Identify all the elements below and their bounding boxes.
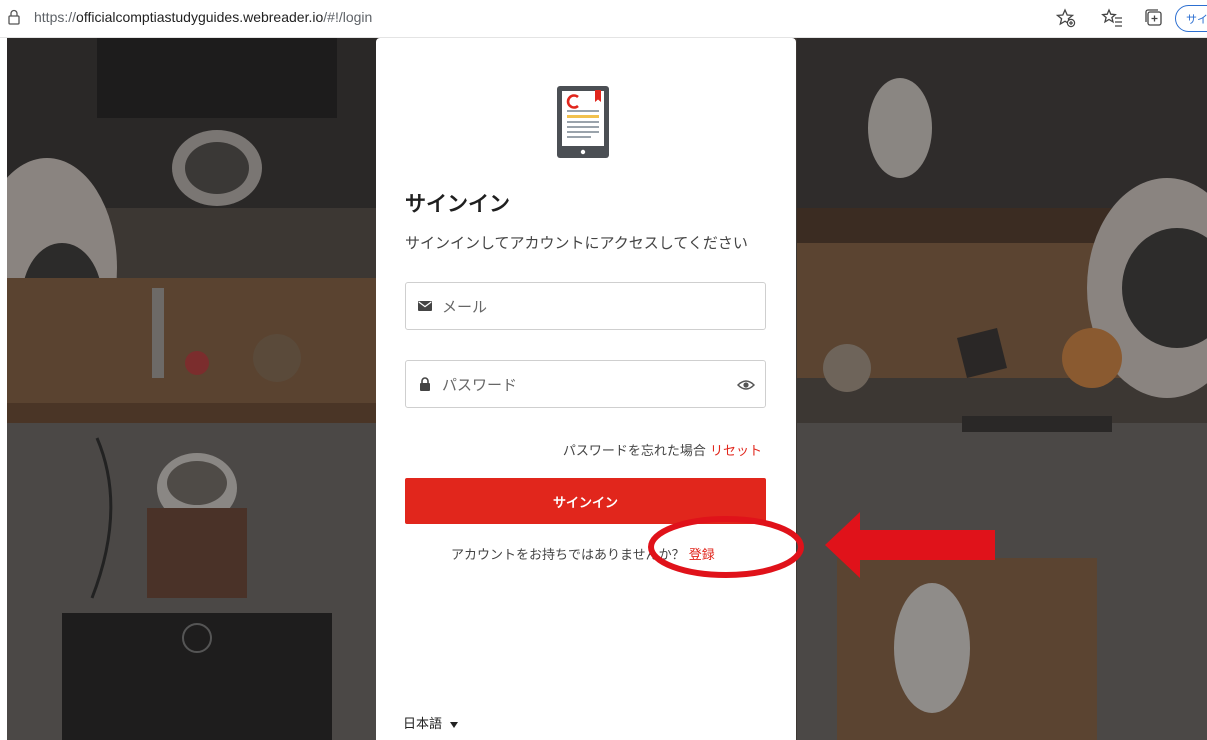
login-card: サインイン サインインしてアカウントにアクセスしてください パスワードを忘れた場… <box>376 38 796 740</box>
caret-down-icon <box>450 721 459 728</box>
envelope-icon <box>418 301 432 311</box>
email-input[interactable] <box>442 293 742 321</box>
ebook-tablet-icon <box>557 86 609 158</box>
no-account-text: アカウントをお持ちではありませんか？ <box>451 548 685 563</box>
password-input[interactable] <box>442 371 742 399</box>
page-subtitle: サインインしてアカウントにアクセスしてください <box>405 234 748 252</box>
favorites-icon[interactable] <box>1101 7 1123 29</box>
collections-icon[interactable] <box>1143 7 1165 29</box>
eye-icon[interactable] <box>737 377 755 393</box>
add-favorite-star-icon[interactable] <box>1055 7 1077 29</box>
address-url[interactable]: https://officialcomptiastudyguides.webre… <box>34 9 372 25</box>
padlock-icon <box>420 377 430 391</box>
lock-icon[interactable] <box>6 9 22 25</box>
forgot-password-text: パスワードを忘れた場合 <box>562 444 706 459</box>
email-field[interactable] <box>405 282 766 330</box>
reset-password-link[interactable]: リセット <box>710 444 762 459</box>
register-link[interactable]: 登録 <box>689 548 715 563</box>
browser-address-bar: https://officialcomptiastudyguides.webre… <box>0 0 1207 38</box>
forgot-password: パスワードを忘れた場合 リセット <box>563 440 762 459</box>
register-prompt: アカウントをお持ちではありませんか？ 登録 <box>451 544 715 563</box>
profile-signin-button[interactable]: サイン <box>1175 5 1207 32</box>
password-field[interactable] <box>405 360 766 408</box>
language-selector[interactable]: 日本語 <box>403 713 459 732</box>
language-label: 日本語 <box>403 717 443 732</box>
signin-button[interactable]: サインイン <box>405 478 766 524</box>
page-title: サインイン <box>405 192 510 216</box>
